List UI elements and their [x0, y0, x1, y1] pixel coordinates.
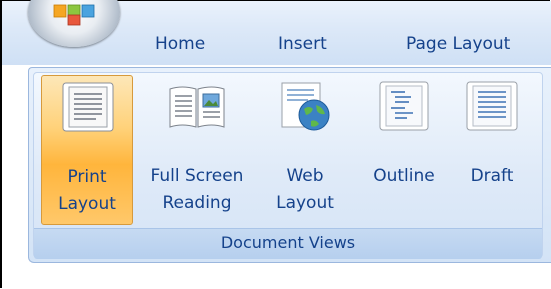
- web-layout-line2: Layout: [276, 193, 334, 213]
- document-views-group-label: Document Views: [34, 228, 542, 259]
- web-layout-label: Web Layout: [264, 163, 346, 217]
- print-layout-button[interactable]: Print Layout: [41, 75, 133, 225]
- web-layout-line1: Web: [286, 166, 324, 186]
- draft-line1: Draft: [470, 166, 514, 186]
- office-button[interactable]: [28, 0, 120, 47]
- ribbon-panel: Print Layout Full Screen Reading Web Lay…: [28, 67, 551, 263]
- full-screen-reading-button[interactable]: Full Screen Reading: [137, 75, 257, 223]
- outline-icon: [379, 81, 429, 131]
- draft-label: Draft: [456, 163, 528, 190]
- tab-page-layout[interactable]: Page Layout: [406, 34, 510, 54]
- print-layout-line2: Layout: [58, 194, 116, 214]
- outline-label: Outline: [359, 163, 449, 190]
- print-layout-icon: [62, 82, 114, 132]
- draft-button[interactable]: Draft: [456, 75, 528, 223]
- tab-home[interactable]: Home: [155, 34, 205, 54]
- web-layout-icon: [281, 82, 330, 131]
- tab-insert[interactable]: Insert: [278, 34, 327, 54]
- ribbon-tab-bar: Home Insert Page Layout: [2, 0, 551, 65]
- full-screen-reading-label: Full Screen Reading: [137, 163, 257, 217]
- full-screen-reading-icon: [169, 86, 225, 128]
- full-screen-reading-line2: Reading: [162, 193, 232, 213]
- outline-line1: Outline: [373, 166, 435, 186]
- print-layout-label: Print Layout: [42, 164, 132, 218]
- office-logo-icon: [53, 4, 95, 26]
- print-layout-line1: Print: [67, 167, 107, 187]
- full-screen-reading-line1: Full Screen: [150, 166, 244, 186]
- draft-icon: [466, 81, 518, 131]
- document-views-group: Print Layout Full Screen Reading Web Lay…: [33, 72, 543, 259]
- web-layout-button[interactable]: Web Layout: [264, 75, 346, 223]
- outline-button[interactable]: Outline: [359, 75, 449, 223]
